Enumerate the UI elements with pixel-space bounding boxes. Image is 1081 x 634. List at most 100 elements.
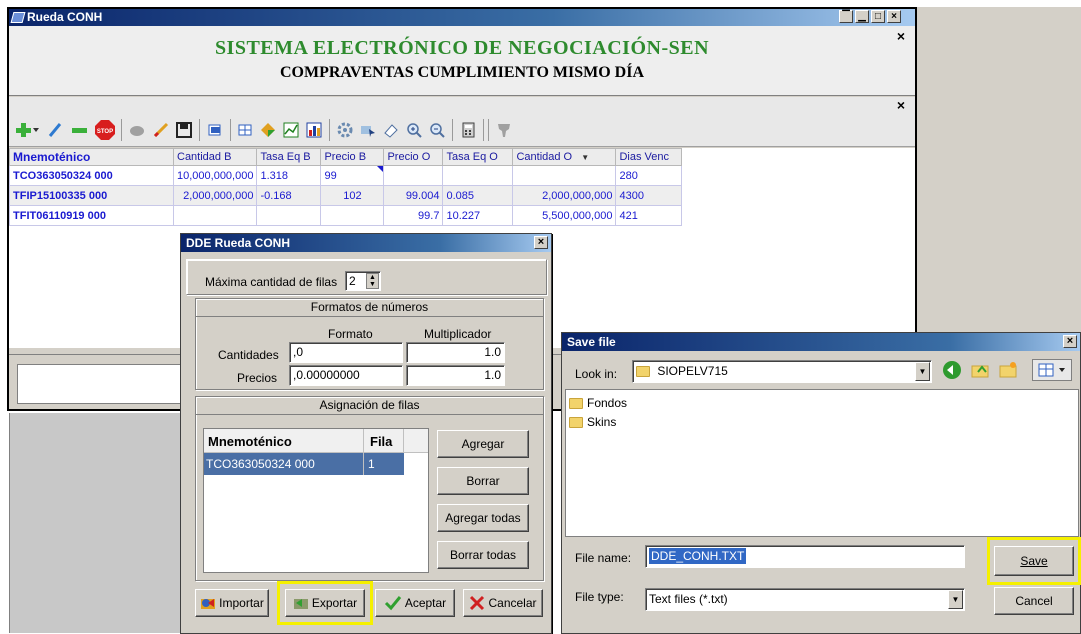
eraser-icon[interactable]: [381, 120, 401, 140]
cursor-icon[interactable]: [358, 120, 378, 140]
grid-cell[interactable]: 10.227: [442, 205, 514, 226]
cancelar-button[interactable]: Cancelar: [463, 589, 543, 617]
look-in-dropdown[interactable]: SIOPELV715 ▼: [632, 360, 932, 383]
file-list: Fondos Skins: [565, 389, 1079, 537]
table-row[interactable]: TCO363050324 000 10,000,000,000 1.318 99…: [9, 165, 683, 186]
max-rows-spinner[interactable]: 2 ▲ ▼: [345, 271, 381, 291]
gear-icon[interactable]: [335, 120, 355, 140]
save-close-button[interactable]: ×: [1063, 335, 1077, 348]
grid-cell[interactable]: 99: [320, 165, 385, 186]
file-name-input[interactable]: DDE_CONH.TXT: [645, 545, 965, 568]
spinner-arrows-icon[interactable]: ▲ ▼: [366, 273, 379, 289]
grid-cell[interactable]: 280: [615, 165, 683, 186]
column-header[interactable]: Cantidad O ▼: [512, 148, 617, 166]
precios-multiplier-field[interactable]: 1.0: [406, 365, 505, 386]
add-icon[interactable]: [13, 120, 33, 140]
grid-cell[interactable]: [320, 205, 385, 226]
column-header[interactable]: Dias Venc: [615, 148, 683, 166]
edit-icon[interactable]: [45, 120, 65, 140]
list-header-mnemotecnico[interactable]: Mnemoténico: [204, 429, 364, 452]
copy-icon[interactable]: [205, 120, 225, 140]
cantidades-multiplier-field[interactable]: 1.0: [406, 342, 505, 363]
chevron-down-icon[interactable]: ▼: [948, 590, 963, 609]
column-header[interactable]: Tasa Eq B: [256, 148, 322, 166]
grid-cell[interactable]: 99.7: [383, 205, 444, 226]
grid-cell[interactable]: 0.085: [442, 185, 514, 206]
sort-down-icon[interactable]: ▼: [581, 153, 589, 162]
toolbar-close-icon[interactable]: ×: [897, 97, 905, 113]
list-header-fila[interactable]: Fila: [364, 429, 404, 452]
diamond-icon[interactable]: [258, 120, 278, 140]
table-row[interactable]: TFIT06110919 000 99.7 10.227 5,500,000,0…: [9, 205, 683, 226]
zoom-out-icon[interactable]: [427, 120, 447, 140]
dde-dialog: DDE Rueda CONH × Máxima cantidad de fila…: [180, 233, 552, 634]
calculator-icon[interactable]: [458, 120, 478, 140]
file-name-label: File name:: [575, 551, 632, 565]
precios-format-field[interactable]: ,0.00000000: [289, 365, 403, 386]
agregar-todas-button[interactable]: Agregar todas: [437, 504, 529, 532]
hands-icon[interactable]: [127, 120, 147, 140]
cantidades-format-field[interactable]: ,0: [289, 342, 403, 363]
stop-icon[interactable]: STOP: [93, 120, 117, 140]
chart-bar-icon[interactable]: [304, 120, 324, 140]
chart-line-icon[interactable]: [281, 120, 301, 140]
save-dialog-title: Save file: [567, 335, 616, 349]
grid-cell[interactable]: [512, 165, 617, 186]
grid-cell[interactable]: TFIT06110919 000: [9, 205, 174, 226]
minimize-button[interactable]: ▁: [855, 10, 869, 23]
header-close-icon[interactable]: ×: [897, 28, 905, 44]
cancel-button[interactable]: Cancel: [994, 587, 1074, 615]
file-type-dropdown[interactable]: Text files (*.txt) ▼: [645, 588, 965, 611]
remove-icon[interactable]: [69, 120, 89, 140]
grid-cell[interactable]: [383, 165, 444, 186]
back-icon[interactable]: [940, 359, 964, 381]
grid-cell[interactable]: 2,000,000,000: [512, 185, 617, 206]
column-header[interactable]: Precio B: [320, 148, 385, 166]
view-menu-icon[interactable]: [1032, 359, 1072, 381]
grid-cell[interactable]: 102: [320, 185, 385, 206]
grid-cell[interactable]: 1.318: [256, 165, 322, 186]
aceptar-button[interactable]: Aceptar: [375, 589, 455, 617]
zoom-in-icon[interactable]: [404, 120, 424, 140]
table-row[interactable]: TFIP15100335 000 2,000,000,000 -0.168 10…: [9, 185, 683, 206]
grid-cell[interactable]: 5,500,000,000: [512, 205, 617, 226]
grid-cell[interactable]: [442, 165, 514, 186]
grid-cell[interactable]: TFIP15100335 000: [9, 185, 174, 206]
borrar-todas-button[interactable]: Borrar todas: [437, 541, 529, 569]
grid-cell[interactable]: 99.004: [383, 185, 444, 206]
list-item[interactable]: TCO363050324 000 1: [204, 453, 404, 475]
look-in-label: Look in:: [575, 367, 618, 381]
list-item[interactable]: Fondos: [569, 396, 627, 410]
dropdown-icon[interactable]: [31, 120, 41, 140]
dde-close-button[interactable]: ×: [534, 236, 548, 249]
grid-cell[interactable]: [172, 205, 258, 226]
import-icon: [201, 599, 216, 609]
grid-cell[interactable]: 4300: [615, 185, 683, 206]
list-item[interactable]: Skins: [569, 415, 616, 429]
column-header[interactable]: Precio O: [383, 148, 444, 166]
grid-cell[interactable]: -0.168: [256, 185, 322, 206]
agregar-button[interactable]: Agregar: [437, 430, 529, 458]
maximize-button[interactable]: □: [871, 10, 885, 23]
chevron-down-icon[interactable]: ▼: [915, 362, 930, 381]
restore-up-button[interactable]: ▔: [839, 10, 853, 23]
grid-cell[interactable]: 10,000,000,000: [172, 165, 258, 186]
file-type-value: Text files (*.txt): [649, 592, 728, 606]
column-header[interactable]: Cantidad B: [172, 148, 258, 166]
save-disk-icon[interactable]: [174, 120, 194, 140]
close-button[interactable]: ×: [887, 10, 901, 23]
grid-cell[interactable]: 2,000,000,000: [172, 185, 258, 206]
borrar-button[interactable]: Borrar: [437, 467, 529, 495]
column-header[interactable]: Mnemoténico: [9, 148, 174, 166]
grid-cell[interactable]: 421: [615, 205, 683, 226]
list-item-fila: 1: [368, 457, 375, 471]
column-header[interactable]: Tasa Eq O: [442, 148, 514, 166]
new-folder-icon[interactable]: [996, 359, 1020, 381]
importar-button[interactable]: Importar: [195, 589, 269, 617]
grid-icon[interactable]: [235, 120, 255, 140]
country-map-icon[interactable]: [494, 120, 514, 140]
up-folder-icon[interactable]: [968, 359, 992, 381]
pencil-icon[interactable]: [151, 120, 171, 140]
grid-cell[interactable]: TCO363050324 000: [9, 165, 174, 186]
grid-cell[interactable]: [256, 205, 322, 226]
